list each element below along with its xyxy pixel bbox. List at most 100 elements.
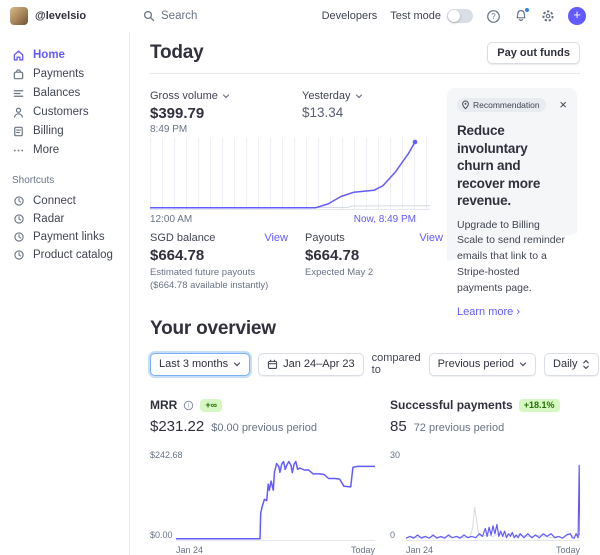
chart-now-label: Now, 8:49 PM — [354, 214, 416, 225]
info-icon[interactable]: i — [183, 400, 194, 411]
svg-text:?: ? — [491, 12, 496, 21]
granularity-select[interactable]: Daily — [544, 353, 599, 376]
sidebar-item-payment-links[interactable]: Payment links — [12, 228, 129, 246]
svg-text:i: i — [188, 403, 189, 409]
sidebar-item-home[interactable]: Home — [12, 46, 129, 64]
up-down-icon — [582, 359, 590, 370]
calendar-icon — [267, 359, 278, 370]
sidebar-item-product-catalog[interactable]: Product catalog — [12, 246, 129, 264]
topbar-actions: Developers Test mode ? + — [322, 7, 600, 25]
settings-icon[interactable] — [541, 9, 555, 23]
chevron-down-icon — [519, 360, 527, 368]
sidebar-item-customers[interactable]: Customers — [12, 103, 129, 121]
gross-volume-stat: Gross volume $399.79 8:49 PM — [150, 90, 302, 135]
account-switcher[interactable]: @levelsio — [0, 7, 142, 25]
page-title-overview: Your overview — [150, 318, 276, 340]
gross-volume-time: 8:49 PM — [150, 124, 302, 135]
sgd-balance-value: $664.78 — [150, 247, 288, 264]
y-axis-min-label: $0.00 — [150, 530, 173, 540]
sgd-balance-card: SGD balance View $664.78 Estimated futur… — [150, 232, 288, 293]
sidebar-item-label: More — [33, 144, 59, 156]
close-icon[interactable]: × — [559, 100, 567, 110]
billing-icon — [12, 125, 25, 138]
payouts-card: Payouts View $664.78 Expected May 2 — [305, 232, 443, 293]
clock-icon — [12, 213, 25, 226]
shortcut-label: Connect — [33, 195, 76, 207]
recommendation-body: Upgrade to Billing Scale to send reminde… — [457, 218, 567, 297]
test-mode-control: Test mode — [390, 9, 473, 23]
recommendation-pin-icon — [461, 100, 470, 110]
sidebar-item-label: Customers — [33, 106, 89, 118]
chevron-down-icon — [355, 92, 363, 100]
sidebar: Home Payments Balances Customers Billing — [0, 32, 130, 555]
clock-icon — [12, 231, 25, 244]
compared-to-label: compared to — [372, 352, 421, 376]
account-avatar — [10, 7, 28, 25]
mrr-previous: $0.00 previous period — [211, 422, 317, 434]
stripe-dashboard: @levelsio Search Developers Test mode ? — [0, 0, 600, 555]
y-axis-max-label: 30 — [390, 450, 400, 460]
search-placeholder: Search — [161, 10, 197, 22]
search-input[interactable]: Search — [142, 10, 322, 23]
gross-volume-chart — [150, 138, 430, 210]
mrr-chart — [176, 456, 375, 541]
gross-volume-dropdown[interactable]: Gross volume — [150, 90, 302, 102]
comparison-select[interactable]: Previous period — [429, 353, 536, 376]
sidebar-item-label: Balances — [33, 87, 80, 99]
recommendation-title: Reduce involuntary churn and recover mor… — [457, 122, 567, 210]
developers-link[interactable]: Developers — [322, 10, 378, 22]
test-mode-toggle[interactable] — [447, 9, 473, 23]
x-axis-start-label: Jan 24 — [406, 545, 433, 555]
sidebar-item-connect[interactable]: Connect — [12, 192, 129, 210]
payouts-note: Expected May 2 — [305, 267, 443, 280]
pay-out-funds-button[interactable]: Pay out funds — [487, 42, 580, 64]
chart-start-label: 12:00 AM — [150, 214, 192, 225]
chevron-down-icon — [233, 360, 241, 368]
x-axis-start-label: Jan 24 — [176, 545, 203, 555]
yesterday-stat: Yesterday $13.34 — [302, 90, 454, 135]
top-bar: @levelsio Search Developers Test mode ? — [0, 0, 600, 32]
sidebar-item-balances[interactable]: Balances — [12, 84, 129, 102]
help-icon[interactable]: ? — [486, 9, 501, 24]
x-axis-end-label: Today — [351, 545, 375, 555]
sidebar-item-more[interactable]: More — [12, 141, 129, 159]
payouts-view-link[interactable]: View — [419, 232, 443, 244]
more-icon — [12, 144, 25, 157]
gross-volume-value: $399.79 — [150, 105, 302, 122]
successful-payments-metric: Successful payments +18.1% 85 72 previou… — [390, 398, 590, 435]
yesterday-value: $13.34 — [302, 105, 454, 120]
shortcut-label: Payment links — [33, 231, 105, 243]
sidebar-item-billing[interactable]: Billing — [12, 122, 129, 140]
y-axis-min-label: 0 — [390, 530, 395, 540]
sidebar-item-label: Billing — [33, 125, 64, 137]
mrr-change-badge: +∞ — [200, 399, 222, 412]
main-content: Today Pay out funds Gross volume $399.79… — [130, 32, 600, 555]
learn-more-link[interactable]: Learn more › — [457, 306, 567, 318]
custom-date-range-button[interactable]: Jan 24–Apr 23 — [258, 353, 364, 376]
search-icon — [142, 10, 155, 23]
date-range-select[interactable]: Last 3 months — [150, 353, 250, 376]
sidebar-item-radar[interactable]: Radar — [12, 210, 129, 228]
payments-count: 85 — [390, 418, 407, 435]
mrr-value: $231.22 — [150, 418, 204, 435]
shortcut-label: Radar — [33, 213, 64, 225]
sgd-balance-label: SGD balance — [150, 232, 215, 244]
notifications-icon[interactable] — [514, 9, 528, 23]
successful-payments-label: Successful payments — [390, 398, 513, 412]
successful-payments-chart-block: 30 0 Jan 24 Today — [390, 450, 580, 555]
home-icon — [12, 49, 25, 62]
sgd-balance-view-link[interactable]: View — [264, 232, 288, 244]
mrr-chart-block: $242.68 $0.00 Jan 24 Today — [150, 450, 375, 555]
payouts-value: $664.78 — [305, 247, 443, 264]
payouts-label: Payouts — [305, 232, 345, 244]
balances-icon — [12, 87, 25, 100]
x-axis-end-label: Today — [556, 545, 580, 555]
yesterday-dropdown[interactable]: Yesterday — [302, 90, 454, 102]
mrr-metric: MRR i +∞ $231.22 $0.00 previous period — [150, 398, 375, 435]
account-name: @levelsio — [35, 10, 86, 22]
section-divider — [150, 73, 580, 74]
clock-icon — [12, 249, 25, 262]
shortcuts-title: Shortcuts — [12, 175, 129, 186]
create-button[interactable]: + — [568, 7, 586, 25]
sidebar-item-payments[interactable]: Payments — [12, 65, 129, 83]
